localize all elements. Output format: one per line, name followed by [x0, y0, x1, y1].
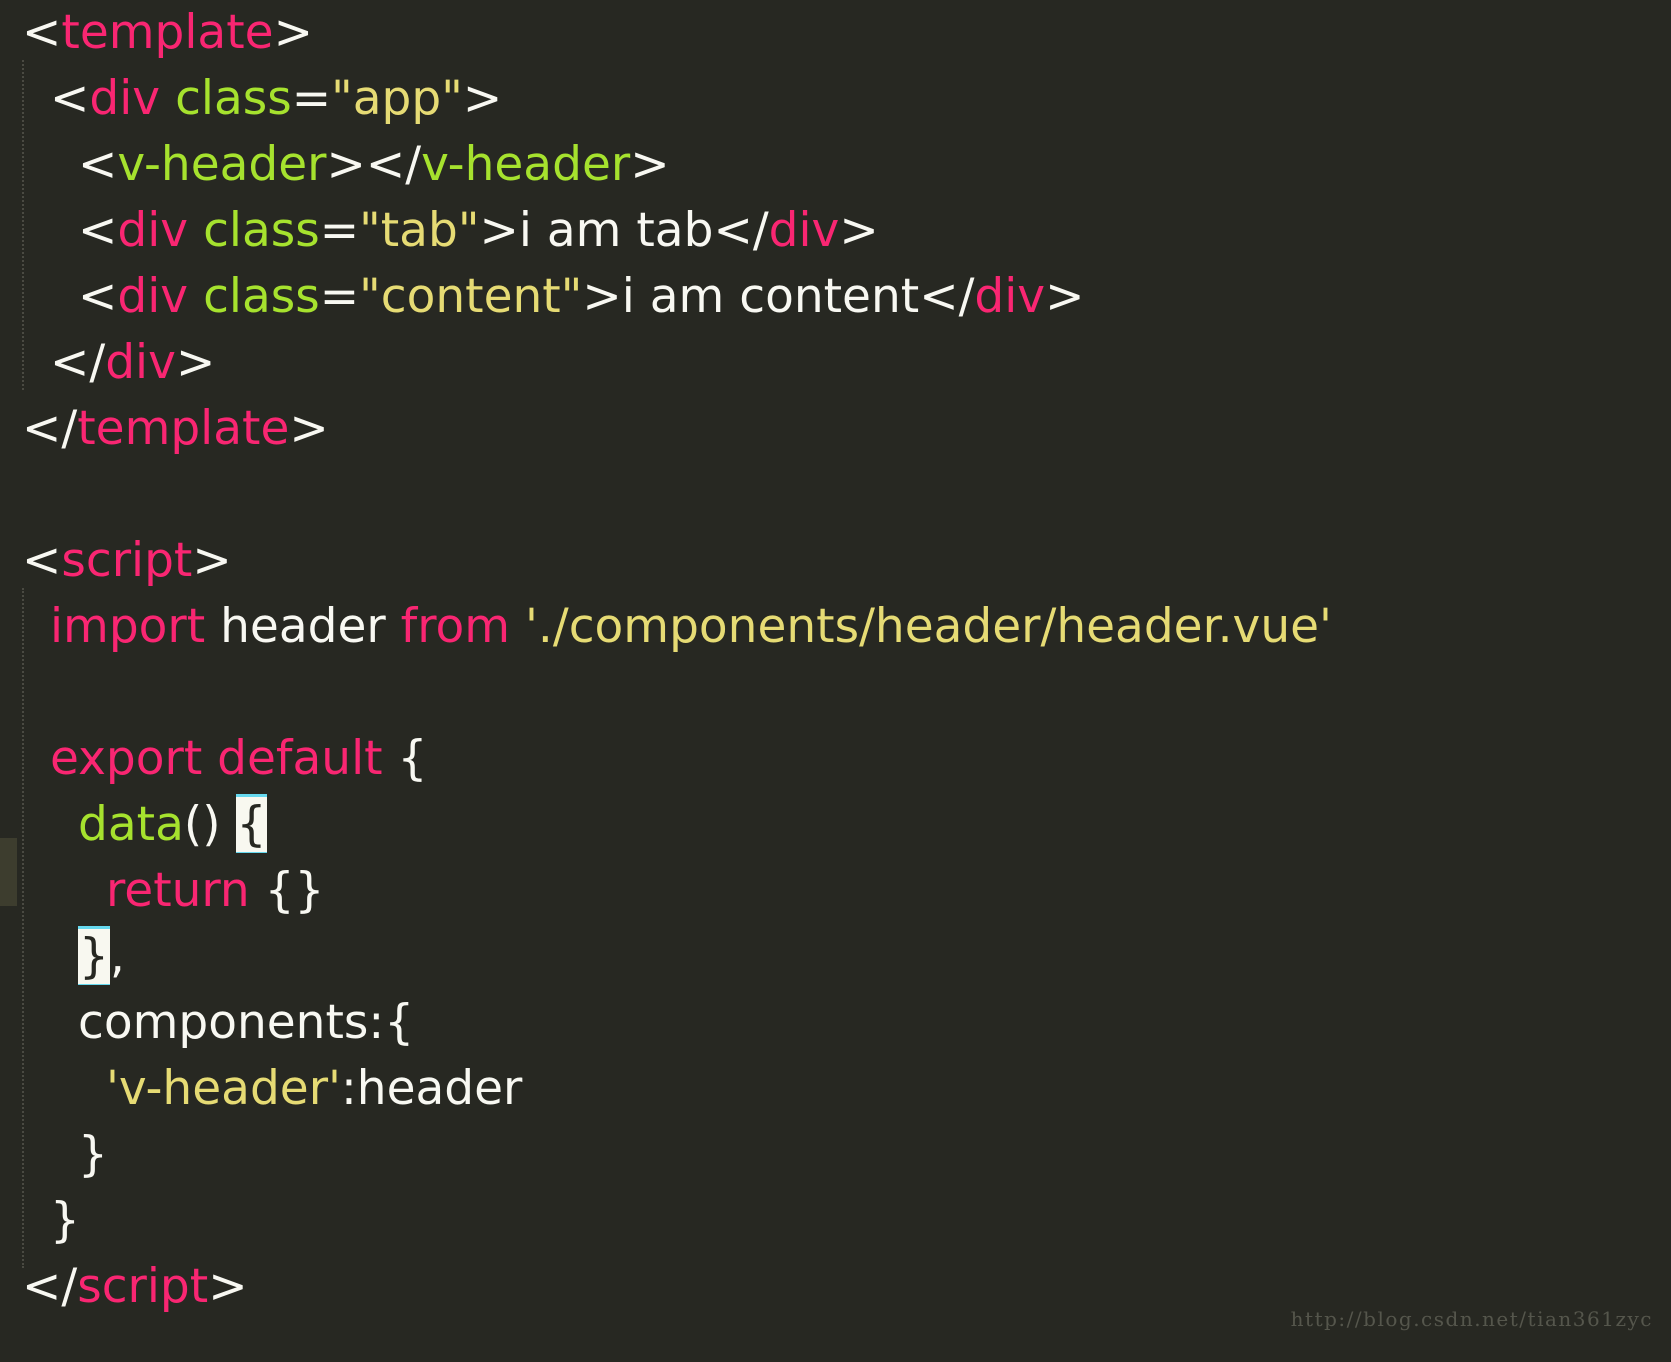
code-token: </: [22, 1259, 78, 1314]
code-token: <: [78, 203, 118, 258]
code-token: data: [78, 797, 184, 852]
code-token: './components/header/header.vue': [525, 599, 1332, 654]
code-token: <: [22, 533, 62, 588]
code-token: >: [839, 203, 879, 258]
code-token: i am tab: [518, 203, 714, 258]
bracket-match-highlight: {: [235, 794, 268, 853]
code-line[interactable]: </template>: [0, 396, 1671, 462]
code-token: >: [630, 137, 670, 192]
code-token: div: [117, 203, 189, 258]
code-line[interactable]: <script>: [0, 528, 1671, 594]
code-token: >: [479, 203, 519, 258]
code-token: v-header: [421, 137, 631, 192]
code-token: <: [78, 137, 118, 192]
code-token: >: [273, 5, 313, 60]
code-token: header: [205, 599, 401, 654]
code-token: </: [919, 269, 975, 324]
code-line[interactable]: import header from './components/header/…: [0, 594, 1671, 660]
code-line[interactable]: <div class="app">: [0, 66, 1671, 132]
code-token: div: [105, 335, 176, 390]
code-token: template: [61, 5, 274, 60]
code-line[interactable]: 'v-header':header: [0, 1056, 1671, 1122]
code-token: >: [289, 401, 329, 456]
code-editor-viewport[interactable]: <template> <div class="app"> <v-header></v…: [0, 0, 1671, 1362]
code-token: {: [382, 731, 428, 786]
code-token: div: [974, 269, 1046, 324]
code-content[interactable]: <template> <div class="app"> <v-header></v…: [0, 0, 1671, 1320]
code-line[interactable]: [0, 462, 1671, 528]
code-token: v-header: [117, 137, 327, 192]
code-token: >: [192, 533, 232, 588]
code-token: script: [61, 533, 193, 588]
code-token: =: [319, 269, 360, 324]
watermark-text: http://blog.csdn.net/tian361zyc: [1290, 1307, 1653, 1331]
code-token: >: [462, 71, 503, 126]
code-token: div: [89, 71, 161, 126]
code-line[interactable]: data() {: [0, 792, 1671, 858]
code-token: "tab": [359, 203, 480, 258]
code-line[interactable]: export default {: [0, 726, 1671, 792]
code-token: </: [50, 335, 106, 390]
code-token: }: [78, 1127, 108, 1182]
code-token: 'v-header': [106, 1061, 341, 1116]
code-token: </: [365, 137, 422, 192]
code-line[interactable]: [0, 660, 1671, 726]
code-token: return: [106, 863, 250, 918]
bracket-match-highlight: }: [78, 926, 110, 985]
code-line[interactable]: <div class="tab">i am tab</div>: [0, 198, 1671, 264]
code-line[interactable]: }: [0, 1188, 1671, 1254]
code-token: }: [50, 1193, 80, 1248]
code-token: </: [22, 401, 78, 456]
code-token: (): [183, 797, 221, 852]
code-token: >: [1045, 269, 1085, 324]
code-line[interactable]: }: [0, 1122, 1671, 1188]
code-token: components: [78, 995, 369, 1050]
code-token: "content": [359, 269, 583, 324]
code-token: >: [175, 335, 216, 390]
code-token: >: [582, 269, 622, 324]
code-token: <: [50, 71, 90, 126]
code-token: i am content: [621, 269, 920, 324]
code-line[interactable]: },: [0, 924, 1671, 990]
code-token: from: [400, 599, 511, 654]
code-line[interactable]: <div class="content">i am content</div>: [0, 264, 1671, 330]
code-token: header: [356, 1061, 523, 1116]
code-token: >: [326, 137, 366, 192]
code-token: </: [713, 203, 769, 258]
code-line[interactable]: <template>: [0, 0, 1671, 66]
code-token: =: [291, 71, 332, 126]
code-token: class: [203, 269, 320, 324]
code-token: template: [77, 401, 290, 456]
code-token: script: [77, 1259, 209, 1314]
code-token: =: [319, 203, 360, 258]
code-token: div: [768, 203, 840, 258]
code-token: export default: [50, 731, 383, 786]
code-token: >: [208, 1259, 248, 1314]
code-token: <: [22, 5, 62, 60]
code-token: "app": [331, 71, 463, 126]
code-line[interactable]: <v-header></v-header>: [0, 132, 1671, 198]
code-line[interactable]: components:{: [0, 990, 1671, 1056]
code-token: :: [340, 1061, 357, 1116]
code-token: class: [175, 71, 292, 126]
code-token: ,: [109, 929, 125, 984]
code-token: div: [117, 269, 189, 324]
code-token: {}: [249, 863, 325, 918]
code-line[interactable]: </div>: [0, 330, 1671, 396]
code-token: import: [50, 599, 206, 654]
code-token: class: [203, 203, 320, 258]
code-token: <: [78, 269, 118, 324]
code-line[interactable]: return {}: [0, 858, 1671, 924]
code-token: :{: [368, 995, 415, 1050]
